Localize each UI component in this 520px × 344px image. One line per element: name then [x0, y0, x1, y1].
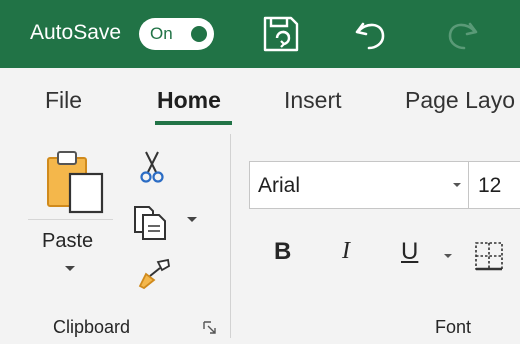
- undo-icon[interactable]: [349, 12, 393, 56]
- font-group-label: Font: [435, 317, 472, 337]
- font-name-dropdown[interactable]: Arial: [249, 161, 469, 209]
- active-tab-indicator: [155, 121, 232, 125]
- borders-icon[interactable]: [474, 241, 504, 271]
- save-icon[interactable]: [259, 12, 303, 56]
- chevron-down-icon[interactable]: [64, 265, 76, 273]
- font-size-dropdown[interactable]: 12: [469, 161, 520, 209]
- tab-home[interactable]: Home: [157, 87, 221, 114]
- chevron-down-icon: [453, 183, 461, 187]
- underline-button[interactable]: U: [401, 238, 418, 266]
- font-name-value: Arial: [258, 174, 301, 197]
- bold-button[interactable]: B: [274, 238, 291, 266]
- clipboard-group-label: Clipboard: [53, 317, 131, 337]
- ribbon-tabs: File Home Insert Page Layo: [0, 68, 520, 126]
- dialog-launcher-icon[interactable]: [203, 321, 217, 335]
- tab-insert[interactable]: Insert: [284, 87, 342, 114]
- format-painter-icon[interactable]: [136, 258, 172, 290]
- autosave-state: On: [150, 24, 173, 43]
- title-bar: AutoSave On: [0, 0, 520, 68]
- group-divider: [230, 134, 231, 338]
- copy-icon[interactable]: [132, 204, 168, 240]
- underline-dropdown-icon[interactable]: [443, 253, 453, 260]
- paste-separator: [28, 219, 113, 220]
- paste-button-label[interactable]: Paste: [42, 230, 93, 253]
- tab-page-layout[interactable]: Page Layo: [405, 87, 515, 114]
- paste-icon[interactable]: [44, 150, 106, 216]
- redo-icon[interactable]: [440, 12, 484, 56]
- autosave-label: AutoSave: [30, 21, 122, 44]
- copy-dropdown-icon[interactable]: [186, 216, 198, 224]
- cut-icon[interactable]: [138, 150, 166, 184]
- autosave-toggle[interactable]: On: [139, 18, 214, 50]
- tab-file[interactable]: File: [45, 87, 82, 114]
- italic-button[interactable]: I: [342, 238, 350, 265]
- toggle-knob: [191, 26, 207, 42]
- font-size-value: 12: [478, 174, 502, 197]
